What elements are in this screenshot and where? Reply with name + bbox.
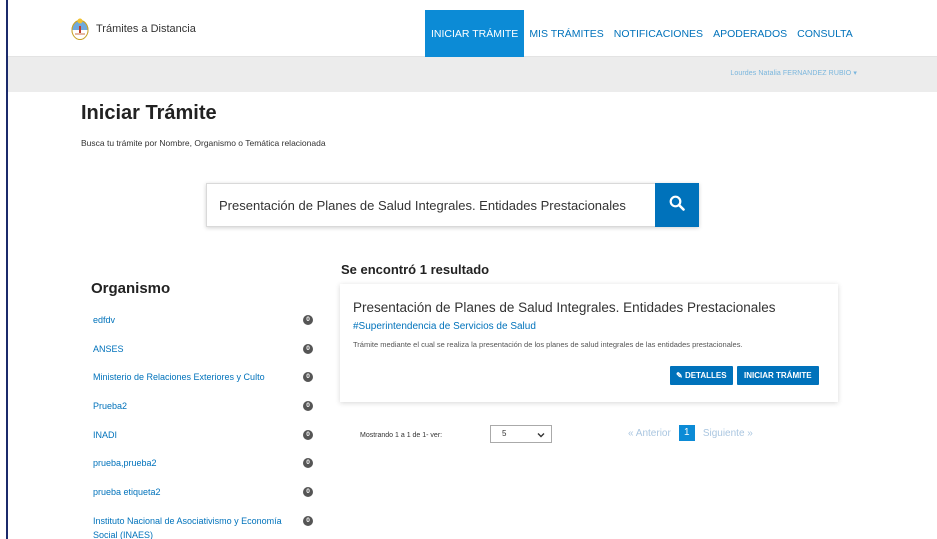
- result-tag[interactable]: #Superintendencia de Servicios de Salud: [353, 321, 536, 332]
- top-navbar: Trámites a Distancia INICIAR TRÁMITE MIS…: [8, 0, 937, 57]
- details-label: DETALLES: [684, 371, 727, 380]
- nav-mis-tramites[interactable]: MIS TRÁMITES: [524, 10, 608, 57]
- organismo-label: Ministerio de Relaciones Exteriores y Cu…: [93, 372, 265, 382]
- result-description: Trámite mediante el cual se realiza la p…: [353, 340, 743, 349]
- nav-consulta[interactable]: CONSULTA: [792, 10, 858, 57]
- start-tramite-button[interactable]: INICIAR TRÁMITE: [737, 366, 819, 385]
- organismo-label: prueba,prueba2: [93, 458, 157, 468]
- page-title: Iniciar Trámite: [81, 102, 217, 124]
- argentina-shield-icon: [70, 18, 90, 40]
- organismo-count-badge: 0: [303, 487, 313, 497]
- organismo-item[interactable]: Instituto Nacional de Asociativismo y Ec…: [93, 514, 323, 539]
- organismo-item[interactable]: prueba,prueba2 0: [93, 456, 323, 470]
- app-frame: Trámites a Distancia INICIAR TRÁMITE MIS…: [6, 0, 937, 539]
- result-card: Presentación de Planes de Salud Integral…: [340, 284, 838, 402]
- organismo-item[interactable]: edfdv 0: [93, 313, 323, 327]
- organismo-item[interactable]: Prueba2 0: [93, 399, 323, 413]
- search-icon: [669, 195, 685, 216]
- organismo-label: edfdv: [93, 315, 116, 325]
- result-title[interactable]: Presentación de Planes de Salud Integral…: [353, 300, 776, 315]
- results-count-text: Mostrando 1 a 1 de 1- ver:: [360, 432, 443, 439]
- organismo-count-badge: 0: [303, 401, 313, 411]
- details-button[interactable]: ✎ DETALLES: [670, 366, 733, 385]
- pagination: « Anterior 1 Siguiente »: [628, 425, 753, 441]
- organismo-item[interactable]: Ministerio de Relaciones Exteriores y Cu…: [93, 370, 323, 384]
- chevron-down-icon: [537, 429, 545, 445]
- current-page[interactable]: 1: [678, 425, 695, 441]
- search-bar: [206, 183, 699, 227]
- organismo-label: INADI: [93, 430, 118, 440]
- organismo-item[interactable]: INADI 0: [93, 428, 323, 442]
- organismo-label: prueba etiqueta2: [93, 487, 161, 497]
- organismo-item[interactable]: ANSES 0: [93, 342, 323, 356]
- previous-page-link[interactable]: « Anterior: [628, 428, 671, 439]
- search-button[interactable]: [655, 183, 699, 227]
- results-heading: Se encontró 1 resultado: [341, 262, 490, 277]
- page-size-select[interactable]: 5: [490, 425, 552, 443]
- organismo-count-badge: 0: [303, 372, 313, 382]
- organismo-label: Prueba2: [93, 401, 128, 411]
- brand[interactable]: Trámites a Distancia: [70, 18, 196, 40]
- search-input[interactable]: [206, 183, 655, 227]
- organismo-title: Organismo: [91, 280, 171, 297]
- next-page-link[interactable]: Siguiente »: [703, 428, 753, 439]
- user-menu[interactable]: Lourdes Natalia FERNANDEZ RUBIO ▾: [730, 69, 857, 77]
- nav-notificaciones[interactable]: NOTIFICACIONES: [609, 10, 708, 57]
- organismo-count-badge: 0: [303, 430, 313, 440]
- nav-iniciar-tramite[interactable]: INICIAR TRÁMITE: [425, 10, 525, 57]
- organismo-count-badge: 0: [303, 516, 313, 526]
- organismo-label: Instituto Nacional de Asociativismo y Ec…: [93, 516, 282, 539]
- organismo-item[interactable]: prueba etiqueta2 0: [93, 485, 323, 499]
- organismo-label: ANSES: [93, 344, 124, 354]
- main-nav: INICIAR TRÁMITE MIS TRÁMITES NOTIFICACIO…: [425, 10, 858, 57]
- user-bar: Lourdes Natalia FERNANDEZ RUBIO ▾: [8, 57, 937, 92]
- nav-apoderados[interactable]: APODERADOS: [708, 10, 792, 57]
- page-subtitle: Busca tu trámite por Nombre, Organismo o…: [81, 138, 326, 148]
- pencil-icon: ✎: [676, 371, 683, 380]
- organismo-count-badge: 0: [303, 458, 313, 468]
- page-size-value: 5: [502, 429, 507, 438]
- organismo-count-badge: 0: [303, 344, 313, 354]
- brand-name: Trámites a Distancia: [96, 23, 196, 35]
- organismo-count-badge: 0: [303, 315, 313, 325]
